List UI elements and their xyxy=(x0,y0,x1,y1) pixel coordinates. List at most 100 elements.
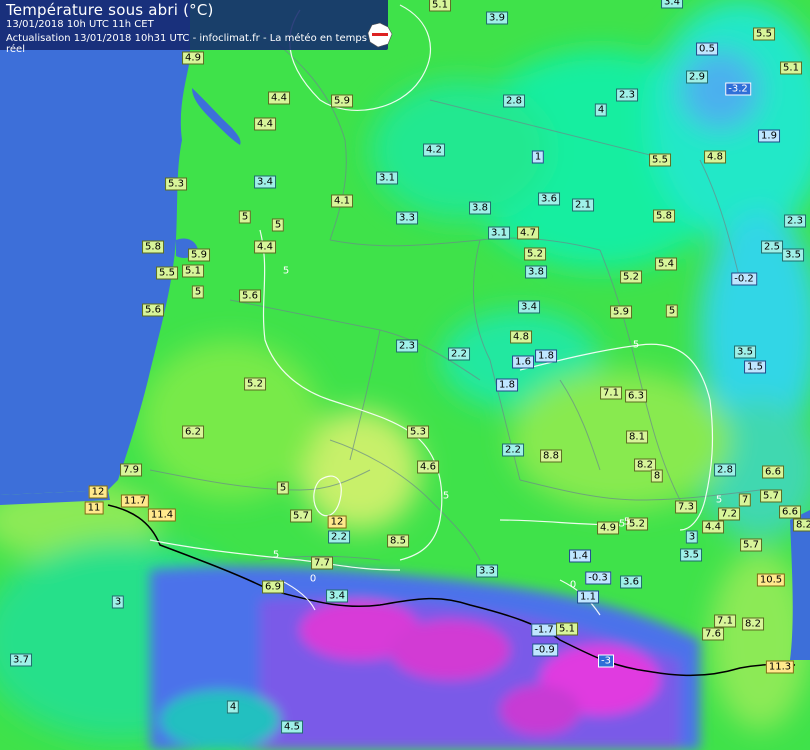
station-temperature-label: 8.2 xyxy=(742,617,764,631)
station-temperature-label: 1.5 xyxy=(744,360,766,374)
station-temperature-label: 3.6 xyxy=(620,575,642,589)
station-temperature-label: 4.1 xyxy=(331,194,353,208)
station-temperature-label: 2.5 xyxy=(761,240,783,254)
station-temperature-label: 4.7 xyxy=(517,226,539,240)
station-temperature-label: 0.5 xyxy=(696,42,718,56)
station-temperature-label: 3.5 xyxy=(680,548,702,562)
isotherm-label: 5 xyxy=(618,518,626,530)
station-temperature-label: 8.8 xyxy=(540,449,562,463)
station-temperature-label: 5.1 xyxy=(429,0,451,12)
station-temperature-label: 6.6 xyxy=(762,465,784,479)
station-temperature-label: 2.2 xyxy=(328,530,350,544)
station-temperature-label: 5 xyxy=(238,210,252,224)
station-temperature-label: 5.5 xyxy=(649,153,671,167)
station-temperature-label: 5.4 xyxy=(655,257,677,271)
station-temperature-label: -0.2 xyxy=(731,272,757,286)
station-temperature-label: 5.9 xyxy=(331,94,353,108)
station-temperature-label: 5.1 xyxy=(780,61,802,75)
isotherm-label: 0 xyxy=(309,573,317,585)
station-temperature-label: 2.3 xyxy=(616,88,638,102)
station-temperature-label: 5 xyxy=(665,304,679,318)
station-temperature-label: 6.2 xyxy=(182,425,204,439)
station-temperature-label: 7.6 xyxy=(702,627,724,641)
station-temperature-label: 1.1 xyxy=(577,590,599,604)
station-temperature-label: 1.8 xyxy=(535,349,557,363)
station-temperature-label: 5.1 xyxy=(182,264,204,278)
station-temperature-label: 12 xyxy=(327,515,347,529)
station-temperature-label: 4.4 xyxy=(268,91,290,105)
station-temperature-label: 5 xyxy=(276,481,290,495)
station-temperature-label: 5 xyxy=(271,218,285,232)
station-temperature-label: 8 xyxy=(650,469,664,483)
isotherm-label: 0 xyxy=(569,579,577,591)
station-temperature-label: 2.2 xyxy=(502,443,524,457)
station-temperature-label: 6.6 xyxy=(779,505,801,519)
station-temperature-label: 1.8 xyxy=(496,378,518,392)
infoclimat-logo-icon xyxy=(367,22,393,48)
map-background xyxy=(0,0,810,750)
station-temperature-label: 2.1 xyxy=(572,198,594,212)
station-temperature-label: 1.9 xyxy=(758,129,780,143)
station-temperature-label: 7.3 xyxy=(675,500,697,514)
station-temperature-label: 4.9 xyxy=(597,521,619,535)
station-temperature-label: 4.8 xyxy=(704,150,726,164)
station-temperature-label: 5.2 xyxy=(524,247,546,261)
station-temperature-label: 12 xyxy=(88,485,108,499)
station-temperature-label: 8.1 xyxy=(626,430,648,444)
station-temperature-label: 10.5 xyxy=(756,573,786,587)
isotherm-label: 5 xyxy=(442,490,450,502)
station-temperature-label: 3.3 xyxy=(476,564,498,578)
station-temperature-label: 5.8 xyxy=(653,209,675,223)
station-temperature-label: 3.4 xyxy=(326,589,348,603)
station-temperature-label: 7.2 xyxy=(718,507,740,521)
station-temperature-label: 8.5 xyxy=(387,534,409,548)
station-temperature-label: 5.5 xyxy=(753,27,775,41)
station-temperature-label: 4.4 xyxy=(702,520,724,534)
station-temperature-label: 2.3 xyxy=(784,214,806,228)
header: Température sous abri (°C) 13/01/2018 10… xyxy=(0,0,388,55)
station-temperature-label: 3.4 xyxy=(518,300,540,314)
station-temperature-label: 7.7 xyxy=(311,556,333,570)
station-temperature-label: 4.9 xyxy=(182,51,204,65)
station-temperature-label: 3.3 xyxy=(396,211,418,225)
station-temperature-label: -1.7 xyxy=(531,623,557,637)
station-temperature-label: 5.9 xyxy=(188,248,210,262)
station-temperature-label: 3 xyxy=(685,530,699,544)
station-temperature-label: 1 xyxy=(531,150,545,164)
station-temperature-label: 6.9 xyxy=(262,580,284,594)
map-title: Température sous abri (°C) xyxy=(6,1,214,19)
station-temperature-label: 5.2 xyxy=(620,270,642,284)
station-temperature-label: 11.4 xyxy=(147,508,177,522)
station-temperature-label: 5.3 xyxy=(407,425,429,439)
isotherm-label: 5 xyxy=(282,265,290,277)
station-temperature-label: 11.3 xyxy=(765,660,795,674)
station-temperature-label: 3.1 xyxy=(376,171,398,185)
station-temperature-label: 5.7 xyxy=(760,489,782,503)
station-temperature-label: -3 xyxy=(598,654,614,668)
station-temperature-label: 7.1 xyxy=(714,614,736,628)
station-temperature-label: 5.6 xyxy=(142,303,164,317)
station-temperature-label: 4.8 xyxy=(510,330,532,344)
station-temperature-label: -0.9 xyxy=(532,643,558,657)
temperature-map: Température sous abri (°C) 13/01/2018 10… xyxy=(0,0,810,750)
station-temperature-label: 5.9 xyxy=(610,305,632,319)
station-temperature-label: 3.5 xyxy=(782,248,804,262)
station-temperature-label: 8.2 xyxy=(793,518,810,532)
station-temperature-label: 5.7 xyxy=(290,509,312,523)
station-temperature-label: -3.2 xyxy=(725,82,751,96)
station-temperature-label: 3.4 xyxy=(254,175,276,189)
station-temperature-label: 4.5 xyxy=(281,720,303,734)
isotherm-label: 5 xyxy=(632,339,640,351)
station-temperature-label: 3.7 xyxy=(10,653,32,667)
station-temperature-label: 1.4 xyxy=(569,549,591,563)
station-temperature-label: 2.9 xyxy=(686,70,708,84)
station-temperature-label: 5 xyxy=(191,285,205,299)
station-temperature-label: 4.4 xyxy=(254,240,276,254)
station-temperature-label: 4.4 xyxy=(254,117,276,131)
station-temperature-label: 3.5 xyxy=(734,345,756,359)
station-temperature-label: 2.8 xyxy=(714,463,736,477)
station-temperature-label: 3.4 xyxy=(661,0,683,9)
station-temperature-label: 5.3 xyxy=(165,177,187,191)
timestamp: 13/01/2018 10h UTC 11h CET xyxy=(6,19,154,30)
station-temperature-label: 5.5 xyxy=(156,266,178,280)
